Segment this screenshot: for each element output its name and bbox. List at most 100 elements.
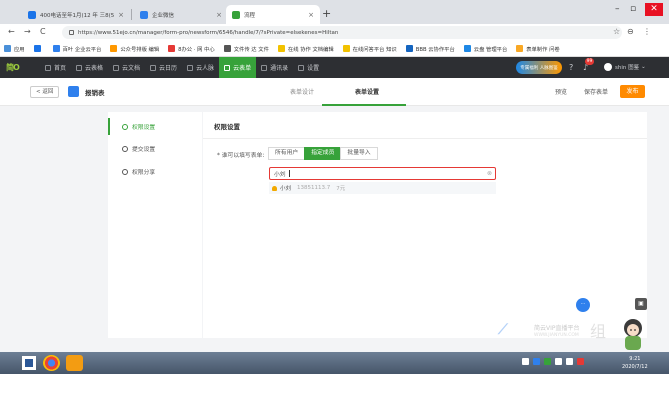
- form-file-icon: [68, 86, 79, 97]
- back-button[interactable]: < 返回: [30, 86, 60, 98]
- nav-label: 设置: [307, 65, 320, 72]
- form-icon: [224, 64, 231, 71]
- segment-all-users[interactable]: 所有用户: [268, 147, 306, 160]
- avatar: [604, 63, 612, 71]
- tray-app-icon[interactable]: [544, 358, 551, 365]
- permission-segmented-control: 所有用户 指定成员 批量导入: [268, 147, 378, 160]
- watermark-glyph: 组: [590, 322, 607, 341]
- nav-item-docs[interactable]: 云文档: [108, 57, 145, 78]
- app-taskbar-icon[interactable]: [66, 355, 83, 371]
- chrome-taskbar-icon[interactable]: [43, 355, 60, 371]
- bookmark-item[interactable]: 公众号排版 编辑: [110, 45, 159, 53]
- close-icon[interactable]: ×: [308, 11, 314, 19]
- nav-item-contacts[interactable]: 云人脉: [182, 57, 219, 78]
- watermark-title: 简云VIP直播平台: [534, 325, 580, 332]
- browser-tab-active[interactable]: 流程 ×: [226, 5, 320, 24]
- clock[interactable]: 9:21 2020/7/12: [622, 355, 648, 371]
- menu-item-permissions[interactable]: 权限设置: [108, 118, 202, 135]
- member-suggestion-option[interactable]: 小刘 13851113.7 7元: [269, 182, 496, 194]
- clear-icon[interactable]: ⊗: [487, 170, 492, 177]
- address-bar[interactable]: https://www.51ejo.cn/manager/form-pro/ne…: [62, 26, 622, 39]
- bookmark-item[interactable]: 应用: [4, 45, 25, 53]
- segment-specified-members[interactable]: 指定成员: [304, 147, 342, 160]
- bookmark-icon: [110, 45, 118, 52]
- gear-icon: [298, 64, 305, 71]
- tray-arrow-icon[interactable]: [522, 358, 529, 365]
- bookmark-item[interactable]: 文件传 达 文件: [223, 45, 269, 53]
- page-bottom: [0, 374, 669, 393]
- person-icon: [272, 185, 277, 191]
- bookmark-item[interactable]: 百叶 企业云平台: [52, 45, 102, 53]
- save-button[interactable]: 保存表单: [584, 87, 608, 96]
- user-menu[interactable]: shin 图鉴 ⌄: [604, 63, 646, 71]
- bookmark-item[interactable]: 8办公 · 网 中心: [168, 45, 215, 53]
- volume-icon[interactable]: [566, 358, 573, 365]
- tab-title: 400电话至年1月(12 年 三8(5)单Di: [40, 12, 115, 19]
- input-method-icon[interactable]: [577, 358, 584, 365]
- home-icon: [45, 64, 51, 71]
- bookmark-icon: [33, 45, 41, 52]
- segment-batch-import[interactable]: 批量导入: [340, 147, 378, 160]
- form-header: < 返回 报销表 表单设计 表单设置 预览 保存表单 发布: [0, 78, 669, 106]
- back-arrow-icon[interactable]: ←: [8, 27, 15, 36]
- windows-start-icon[interactable]: [22, 356, 36, 370]
- bookmarks-bar: 应用 百叶 企业云平台 公众号排版 编辑 8办公 · 网 中心 文件传 达 文件…: [0, 41, 669, 57]
- preview-button[interactable]: 预览: [555, 87, 567, 96]
- url-text[interactable]: https://www.51ejo.cn/manager/form-pro/ne…: [78, 30, 338, 36]
- chat-bubble-button[interactable]: ···: [576, 298, 590, 312]
- nav-item-sheets[interactable]: 云表格: [71, 57, 108, 78]
- browser-tab[interactable]: 企业微信 ×: [134, 5, 228, 24]
- help-icon[interactable]: ?: [569, 63, 573, 72]
- panel-title: 权限设置: [214, 123, 240, 131]
- bookmark-item[interactable]: BBB 云协作平台: [405, 45, 455, 53]
- chevron-down-icon: ⌄: [641, 64, 646, 70]
- bookmark-label: 百叶 企业云平台: [62, 46, 102, 53]
- camera-icon[interactable]: ▣: [635, 298, 647, 310]
- close-icon[interactable]: ×: [118, 11, 124, 19]
- bookmark-star-icon[interactable]: ☆: [613, 27, 620, 36]
- bookmark-item[interactable]: 在线问答平台 知识: [342, 45, 397, 53]
- nav-label: 首页: [54, 65, 67, 72]
- menu-item-share[interactable]: 权限分享: [108, 163, 202, 180]
- bookmark-item[interactable]: 表单制作 问卷: [516, 45, 560, 53]
- bookmark-icon: [52, 45, 60, 52]
- bookmark-item[interactable]: [33, 45, 44, 52]
- calendar-icon: [150, 64, 157, 71]
- nav-item-directory[interactable]: 通讯录: [256, 57, 293, 78]
- close-window-button[interactable]: ✕: [645, 3, 663, 16]
- tab-form-settings[interactable]: 表单设置: [355, 87, 379, 96]
- bookmark-icon: [463, 45, 471, 52]
- nav-item-home[interactable]: 首页: [40, 57, 71, 78]
- menu-item-submit[interactable]: 提交设置: [108, 140, 202, 157]
- profile-icon[interactable]: ⊖: [627, 27, 634, 36]
- tab-form-design[interactable]: 表单设计: [290, 87, 314, 96]
- close-icon[interactable]: ×: [216, 11, 222, 19]
- member-search-input[interactable]: 小刘 ⊗: [269, 167, 496, 180]
- form-title[interactable]: 报销表: [85, 87, 105, 97]
- promo-banner[interactable]: 专属福利 人脉图鉴: [516, 61, 562, 74]
- share-icon: [122, 168, 128, 175]
- bookmark-item[interactable]: 在线 协作 文档编辑: [277, 45, 334, 53]
- bookmark-icon: [168, 45, 176, 52]
- menu-icon[interactable]: ⋮: [643, 27, 651, 36]
- minimize-button[interactable]: –: [615, 4, 620, 14]
- tray-app-icon[interactable]: [533, 358, 540, 365]
- network-icon[interactable]: [555, 358, 562, 365]
- reload-icon[interactable]: C: [40, 27, 46, 36]
- wechat-work-icon: [140, 10, 148, 19]
- nav-label: 云表单: [233, 65, 252, 72]
- app-logo[interactable]: 简O: [6, 62, 26, 73]
- publish-button[interactable]: 发布: [620, 85, 645, 98]
- bookmark-icon: [405, 45, 413, 52]
- browser-tab[interactable]: 400电话至年1月(12 年 三8(5)单Di ×: [22, 5, 130, 24]
- bookmark-item[interactable]: 云盘 管理平台: [463, 45, 507, 53]
- new-tab-button[interactable]: +: [322, 7, 331, 20]
- forward-arrow-icon[interactable]: →: [24, 27, 31, 36]
- nav-item-calendar[interactable]: 云日历: [145, 57, 182, 78]
- document-icon: [113, 64, 120, 71]
- maximize-button[interactable]: ▫: [630, 4, 636, 14]
- nav-item-settings[interactable]: 设置: [293, 57, 324, 78]
- menu-label: 提交设置: [132, 147, 156, 153]
- bookmark-label: BBB 云协作平台: [415, 46, 455, 53]
- nav-item-forms[interactable]: 云表单: [219, 57, 257, 78]
